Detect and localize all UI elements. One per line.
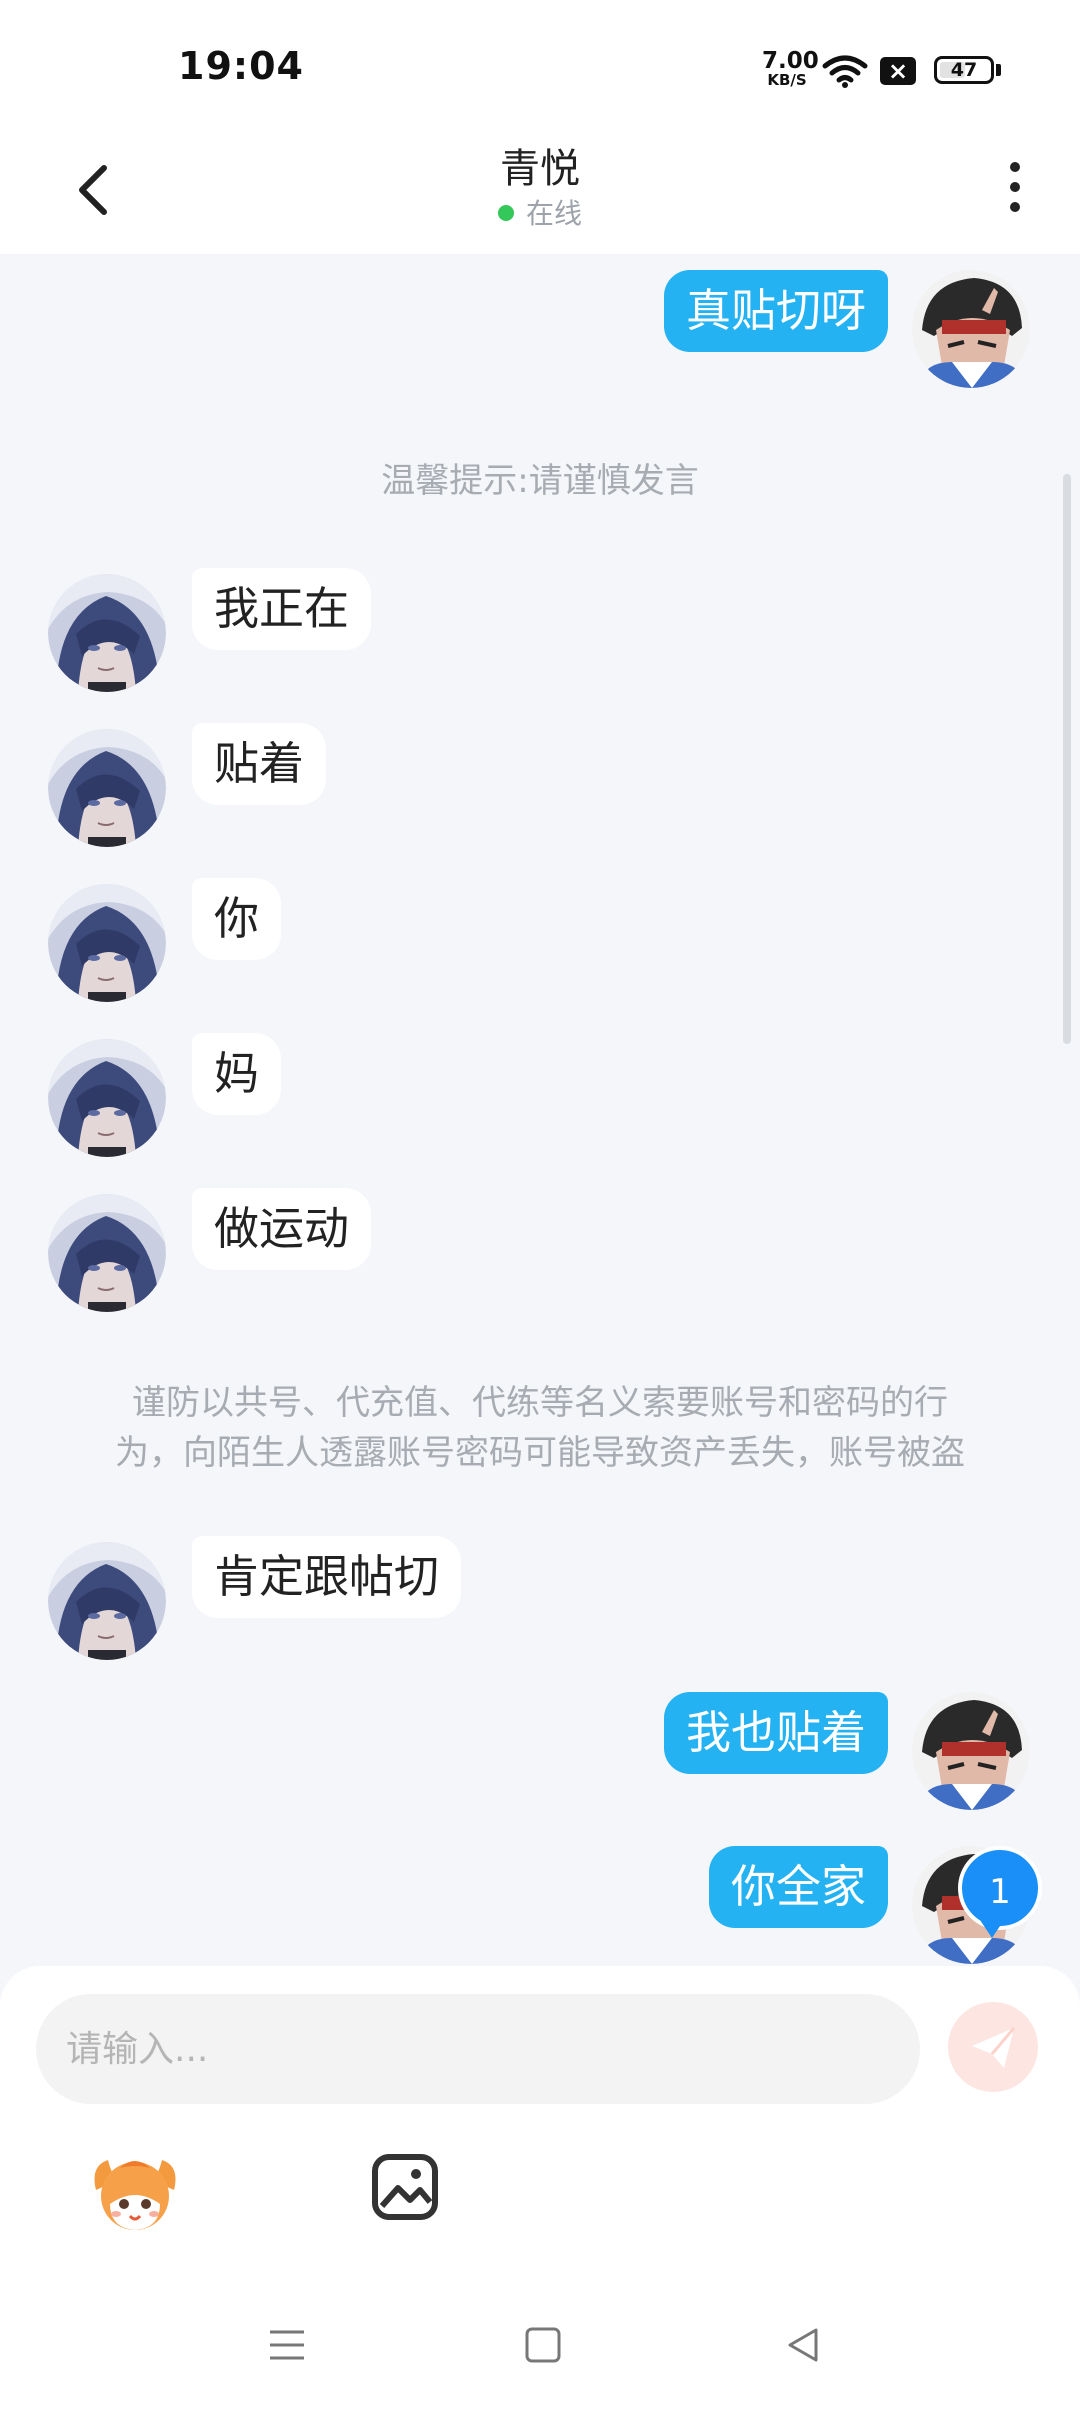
back-triangle-icon[interactable] (778, 2320, 828, 2370)
security-notice: 谨防以共号、代充值、代练等名义索要账号和密码的行 为，向陌生人透露账号密码可能导… (60, 1378, 1020, 1478)
system-notice: 温馨提示:请谨慎发言 (381, 461, 699, 501)
contact-avatar[interactable] (48, 1542, 166, 1660)
message-scrollbar[interactable] (1063, 474, 1071, 1044)
message-bubble-outgoing[interactable]: 我也贴着 (663, 1692, 888, 1774)
security-notice-line-2: 为，向陌生人透露账号密码可能导致资产丢失，账号被盗 (115, 1433, 965, 1473)
security-notice-line-1: 谨防以共号、代充值、代练等名义索要账号和密码的行 (132, 1383, 948, 1423)
more-vertical-icon[interactable] (1000, 152, 1030, 232)
contact-avatar[interactable] (48, 574, 166, 692)
network-speed: 7.00 KB/S (762, 48, 819, 89)
my-avatar[interactable] (912, 1692, 1030, 1810)
chat-title: 青悦 (500, 146, 580, 192)
no-signal-icon: × (880, 57, 916, 85)
status-bar: 19:04 7.00 KB/S × 47 (0, 0, 1080, 130)
message-bubble-incoming[interactable]: 做运动 (192, 1188, 372, 1270)
battery-icon: 47 (934, 56, 994, 84)
online-dot-icon (497, 205, 514, 221)
message-list[interactable]: 真贴切呀 温馨提示:请谨慎发言 我正在 贴着 你 妈 做运动 谨防以共号、代充值… (0, 254, 1080, 1966)
network-speed-unit: KB/S (767, 71, 807, 89)
online-status-label: 在线 (525, 197, 582, 230)
battery-tip (996, 64, 1001, 76)
unread-count-badge[interactable]: 1 (958, 1846, 1042, 1930)
image-button[interactable] (370, 2152, 440, 2222)
send-button[interactable] (948, 2002, 1038, 2092)
contact-avatar[interactable] (48, 729, 166, 847)
sticker-button[interactable] (90, 2146, 180, 2236)
sticker-mascot-icon (94, 2160, 176, 2230)
my-avatar[interactable] (912, 270, 1030, 388)
message-bubble-outgoing[interactable]: 你全家 (708, 1846, 888, 1928)
send-icon (972, 2027, 1016, 2068)
message-bubble-incoming[interactable]: 妈 (192, 1033, 282, 1115)
contact-avatar[interactable] (48, 884, 166, 1002)
message-bubble-outgoing[interactable]: 真贴切呀 (663, 270, 888, 352)
badge-tail (980, 1920, 1004, 1938)
menu-icon[interactable] (262, 2320, 312, 2370)
message-bubble-incoming[interactable]: 我正在 (192, 568, 372, 650)
home-square-icon[interactable] (518, 2320, 568, 2370)
wifi-icon (822, 55, 868, 88)
message-bubble-incoming[interactable]: 肯定跟帖切 (192, 1536, 462, 1618)
system-nav-bar (0, 2280, 1080, 2412)
online-status: 在线 (0, 192, 1080, 232)
status-time: 19:04 (178, 44, 304, 88)
contact-avatar[interactable] (48, 1039, 166, 1157)
contact-avatar[interactable] (48, 1194, 166, 1312)
network-speed-value: 7.00 (762, 48, 819, 74)
image-icon (372, 2154, 438, 2220)
message-bubble-incoming[interactable]: 你 (192, 878, 282, 960)
message-bubble-incoming[interactable]: 贴着 (192, 723, 327, 805)
battery-level: 47 (950, 59, 978, 81)
message-input[interactable] (36, 1994, 920, 2104)
chat-header: 青悦 在线 (0, 130, 1080, 254)
